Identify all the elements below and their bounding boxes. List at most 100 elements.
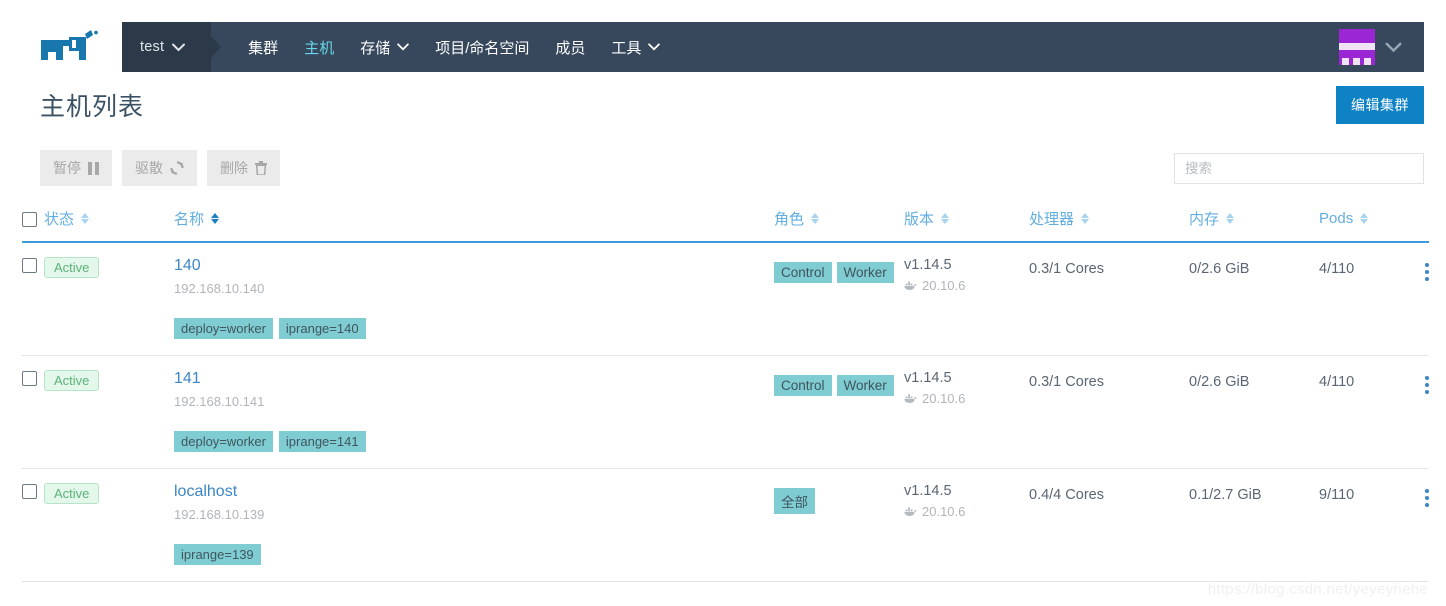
- label-chip: iprange=141: [278, 431, 366, 452]
- sort-icon[interactable]: [1226, 213, 1235, 224]
- th-memory[interactable]: 内存: [1189, 208, 1319, 242]
- row-actions-menu-icon[interactable]: [1425, 257, 1429, 281]
- docker-version-line: 20.10.6: [904, 504, 1029, 519]
- nav-item-storage[interactable]: 存储: [347, 22, 422, 72]
- pause-button[interactable]: 暂停: [40, 150, 112, 186]
- role-badges: Control Worker: [774, 257, 904, 283]
- delete-button[interactable]: 删除: [207, 150, 280, 186]
- cell-name: 141 192.168.10.141 deploy=worker iprange…: [174, 356, 774, 469]
- hosts-table: 状态 名称 角色 版本 处理器 内存 Pods Active 140 192.1…: [22, 208, 1429, 582]
- avatar-band: [1339, 43, 1375, 50]
- search-input[interactable]: [1174, 152, 1424, 184]
- sort-icon[interactable]: [811, 213, 820, 224]
- th-name[interactable]: 名称: [174, 208, 774, 242]
- th-pods[interactable]: Pods: [1319, 208, 1429, 242]
- cell-pods: 4/110: [1319, 356, 1429, 469]
- th-version-label: 版本: [904, 211, 935, 228]
- nav-label: 成员: [555, 39, 586, 57]
- chevron-down-icon[interactable]: [1385, 42, 1402, 53]
- cell-select: [22, 356, 44, 469]
- row-checkbox[interactable]: [22, 257, 37, 273]
- host-name-link[interactable]: localhost: [174, 483, 774, 501]
- docker-whale-icon: [904, 393, 917, 404]
- sort-icon[interactable]: [1360, 213, 1369, 224]
- cell-cpu: 0.3/1 Cores: [1029, 242, 1189, 356]
- rancher-logo[interactable]: [22, 22, 122, 72]
- docker-version: 20.10.6: [922, 391, 966, 406]
- avatar-square: [1353, 58, 1360, 65]
- cell-pods: 4/110: [1319, 242, 1429, 356]
- docker-version: 20.10.6: [922, 504, 966, 519]
- page-header-row: 主机列表 编辑集群: [0, 72, 1446, 138]
- cell-state: Active: [44, 356, 174, 469]
- sort-icon[interactable]: [81, 213, 90, 224]
- nav-right-section: [1339, 22, 1424, 72]
- k8s-version: v1.14.5: [904, 483, 952, 499]
- cell-version: v1.14.5 20.10.6: [904, 356, 1029, 469]
- host-name-link[interactable]: 141: [174, 370, 774, 388]
- nav-item-cluster[interactable]: 集群: [235, 22, 291, 72]
- nav-item-projects-namespaces[interactable]: 项目/命名空间: [422, 22, 542, 72]
- th-role-label: 角色: [774, 211, 805, 228]
- th-memory-label: 内存: [1189, 211, 1220, 228]
- evacuate-button[interactable]: 驱散: [122, 150, 197, 186]
- table-header-row: 状态 名称 角色 版本 处理器 内存 Pods: [22, 208, 1429, 242]
- th-state[interactable]: 状态: [44, 208, 174, 242]
- sort-icon[interactable]: [941, 213, 950, 224]
- status-badge: Active: [44, 257, 100, 278]
- cell-memory: 0/2.6 GiB: [1189, 242, 1319, 356]
- avatar[interactable]: [1339, 29, 1375, 65]
- main-nav-links: 集群 主机 存储 项目/命名空间 成员 工具: [211, 22, 673, 72]
- role-badge: Control: [774, 375, 832, 396]
- role-badge: Worker: [836, 375, 894, 396]
- page-content: 主机列表 编辑集群 暂停 驱散 删除 搜索 状态 名称 角色 版本 处理器 内存…: [0, 72, 1446, 582]
- docker-version: 20.10.6: [922, 278, 966, 293]
- row-checkbox[interactable]: [22, 483, 37, 499]
- nav-item-tools[interactable]: 工具: [598, 22, 673, 72]
- action-toolbar: 暂停 驱散 删除 搜索: [0, 150, 1446, 186]
- th-select-all: [22, 208, 44, 242]
- th-state-label: 状态: [44, 211, 75, 228]
- edit-cluster-button[interactable]: 编辑集群: [1336, 86, 1424, 124]
- delete-button-label: 删除: [220, 160, 248, 176]
- nav-label: 项目/命名空间: [435, 39, 530, 57]
- select-all-checkbox[interactable]: [22, 211, 37, 227]
- row-checkbox[interactable]: [22, 370, 37, 386]
- table-row: Active 140 192.168.10.140 deploy=worker …: [22, 242, 1429, 356]
- host-labels: deploy=worker iprange=140: [174, 318, 774, 339]
- th-pods-label: Pods: [1319, 210, 1354, 227]
- th-version[interactable]: 版本: [904, 208, 1029, 242]
- docker-whale-icon: [904, 280, 917, 291]
- table-body: Active 140 192.168.10.140 deploy=worker …: [22, 242, 1429, 582]
- host-ip: 192.168.10.140: [174, 281, 265, 296]
- row-actions-menu-icon[interactable]: [1425, 483, 1429, 507]
- role-badges: Control Worker: [774, 370, 904, 396]
- th-cpu[interactable]: 处理器: [1029, 208, 1189, 242]
- nav-item-hosts[interactable]: 主机: [291, 22, 347, 72]
- chevron-down-icon: [172, 43, 186, 52]
- nav-item-members[interactable]: 成员: [542, 22, 598, 72]
- label-chip: iprange=139: [174, 544, 261, 565]
- label-chip: deploy=worker: [174, 318, 273, 339]
- cell-version: v1.14.5 20.10.6: [904, 469, 1029, 582]
- sort-icon[interactable]: [211, 213, 220, 224]
- cell-pods: 9/110: [1319, 469, 1429, 582]
- chevron-down-icon: [648, 43, 661, 51]
- pods-value: 4/110: [1319, 261, 1355, 277]
- cluster-switcher[interactable]: test: [122, 22, 212, 72]
- cell-cpu: 0.3/1 Cores: [1029, 356, 1189, 469]
- docker-version-line: 20.10.6: [904, 278, 1029, 293]
- top-navigation-bar: test 集群 主机 存储 项目/命名空间 成员 工具: [22, 22, 1424, 72]
- sort-icon[interactable]: [1081, 213, 1090, 224]
- status-badge: Active: [44, 483, 100, 504]
- label-chip: deploy=worker: [174, 431, 273, 452]
- th-cpu-label: 处理器: [1029, 211, 1075, 228]
- row-actions-menu-icon[interactable]: [1425, 370, 1429, 394]
- cluster-switcher-label: test: [140, 39, 165, 55]
- host-ip: 192.168.10.141: [174, 394, 265, 409]
- pause-icon: [88, 161, 99, 175]
- host-name-link[interactable]: 140: [174, 257, 774, 275]
- pods-value: 9/110: [1319, 487, 1355, 503]
- th-role[interactable]: 角色: [774, 208, 904, 242]
- hosts-table-container: 状态 名称 角色 版本 处理器 内存 Pods Active 140 192.1…: [0, 208, 1446, 582]
